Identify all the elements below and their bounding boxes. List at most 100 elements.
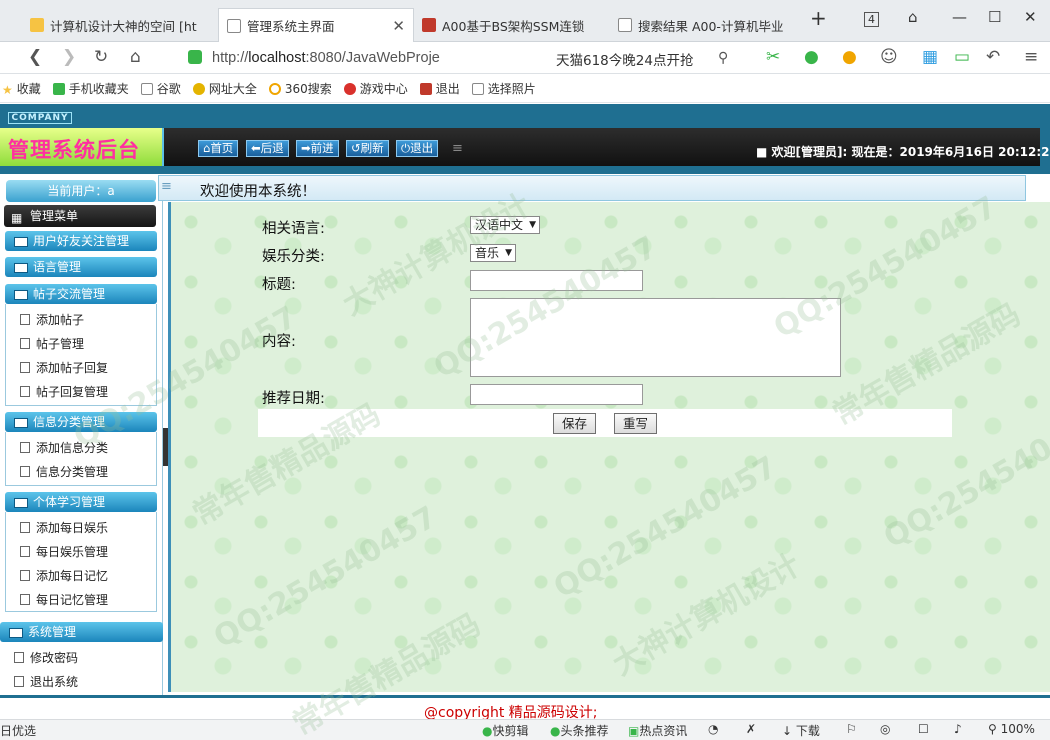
new-tab-icon[interactable]: + [810, 6, 827, 30]
tab-label: 搜索结果 A00-计算机毕业 [638, 18, 784, 34]
coupon-icon[interactable]: ● [842, 47, 857, 67]
bookmark-item[interactable]: 谷歌 [140, 80, 181, 97]
grid-icon: ▦ [11, 211, 23, 225]
logout-button[interactable]: ⏻退出 [396, 140, 439, 157]
forward-icon[interactable]: ❯ [62, 47, 76, 67]
menu-item-add-category[interactable]: 添加信息分类 [20, 439, 108, 456]
shirt-icon[interactable]: ⌂ [908, 8, 918, 26]
browser-tab[interactable]: 搜索结果 A00-计算机毕业 [610, 8, 806, 42]
bookmark-item[interactable]: 网址大全 [192, 80, 257, 97]
bookmark-item[interactable]: 360搜索 [268, 80, 332, 97]
flag-icon[interactable]: ⚐ [846, 722, 857, 736]
maximize-icon[interactable]: ☐ [988, 8, 1001, 26]
bookmark-item[interactable]: 选择照片 [471, 80, 536, 97]
forward-button[interactable]: ➡前进 [296, 140, 339, 157]
tab-count-badge[interactable]: 4 [864, 12, 879, 27]
save-button[interactable]: 保存 [553, 413, 597, 434]
scissors-icon[interactable]: ✂ [766, 47, 780, 67]
browser-tab[interactable]: A00基于BS架构SSM连锁 [414, 8, 610, 42]
reset-button[interactable]: 重写 [614, 413, 658, 434]
category-select[interactable]: 音乐 [470, 244, 517, 262]
menu-item-manage-posts[interactable]: 帖子管理 [20, 335, 84, 352]
menu-group-study[interactable]: 个体学习管理 [5, 492, 157, 512]
translate-icon[interactable]: ● [804, 47, 819, 67]
bookmark-item[interactable]: 游戏中心 [343, 80, 408, 97]
search360-icon [268, 82, 281, 95]
current-user: 当前用户：a [6, 180, 156, 202]
refresh-icon: ↺ [351, 141, 361, 155]
tab-label: 管理系统主界面 [247, 19, 335, 34]
battery-icon[interactable]: ▭ [954, 47, 970, 67]
status-item[interactable]: ●头条推荐 [550, 722, 609, 739]
sound-icon[interactable]: ♪ [954, 722, 962, 736]
minimize-icon[interactable]: — [952, 8, 967, 26]
search-icon[interactable]: ⚲ [718, 50, 728, 66]
date-input[interactable] [470, 384, 643, 405]
close-tab-icon[interactable]: ✕ [392, 17, 405, 35]
phone-icon [52, 82, 65, 95]
speed-icon[interactable]: ◔ [708, 722, 718, 736]
date-label: 推荐日期: [262, 391, 325, 407]
menu-group-language[interactable]: 语言管理 [5, 257, 157, 277]
menu-item-add-memory[interactable]: 添加每日记忆 [20, 567, 108, 584]
language-select[interactable]: 汉语中文 [470, 216, 541, 234]
exit-icon [419, 82, 432, 95]
menu-item-change-password[interactable]: 修改密码 [14, 649, 78, 666]
navigation-bar: ❮ ❯ ↻ ⌂ http://localhost:8080/JavaWebPro… [0, 42, 1050, 74]
menu-item-logout[interactable]: 退出系统 [14, 673, 78, 690]
window-icon[interactable]: ☐ [918, 722, 929, 736]
title-label: 标题: [262, 277, 296, 293]
menu-item-manage-memory[interactable]: 每日记忆管理 [20, 591, 108, 608]
page-icon [471, 82, 484, 95]
reload-icon[interactable]: ↻ [94, 47, 108, 67]
page-icon [618, 18, 632, 32]
left-arrow-icon: ⬅ [251, 141, 261, 155]
bookmark-item[interactable]: 手机收藏夹 [52, 80, 129, 97]
apps-grid-icon[interactable]: ▦ [922, 47, 938, 67]
search-icon: ⚲ [988, 722, 997, 736]
title-input[interactable] [470, 270, 643, 291]
status-item[interactable]: ▣热点资讯 [628, 722, 687, 739]
close-window-icon[interactable]: ✕ [1024, 8, 1037, 26]
browser-tab-active[interactable]: 管理系统主界面 ✕ [218, 8, 414, 42]
bookmark-item[interactable]: ★ 收藏 [2, 80, 41, 97]
address-field[interactable]: http://localhost:8080/JavaWebProje [180, 46, 540, 70]
menu-group-info-category[interactable]: 信息分类管理 [5, 412, 157, 432]
refresh-button[interactable]: ↺刷新 [346, 140, 389, 157]
divider-icon: ≡ [161, 179, 172, 194]
zoom-level[interactable]: ⚲ 100% [988, 722, 1035, 736]
search-suggestion[interactable]: 天猫618今晚24点开抢 [556, 49, 693, 69]
browser-icon[interactable]: ◎ [880, 722, 890, 736]
status-left[interactable]: 日优选 [0, 722, 36, 739]
menu-icon[interactable]: ≡ [1024, 47, 1038, 67]
back-button[interactable]: ⬅后退 [246, 140, 289, 157]
button-row [258, 409, 952, 437]
menu-item-manage-entertainment[interactable]: 每日娱乐管理 [20, 543, 108, 560]
secure-shield-icon [188, 50, 202, 64]
bookmark-item[interactable]: 退出 [419, 80, 460, 97]
play-icon: ● [550, 724, 561, 738]
bookmarks-bar: ★ 收藏 手机收藏夹 谷歌 网址大全 360搜索 游戏中心 退出 选择照片 [0, 75, 1050, 103]
home-icon[interactable]: ⌂ [130, 47, 141, 67]
content-textarea[interactable] [470, 298, 841, 377]
tab-label: 计算机设计大神的空间 [ht [50, 18, 197, 34]
home-button[interactable]: ⌂首页 [198, 140, 239, 157]
menu-item-manage-category[interactable]: 信息分类管理 [20, 463, 108, 480]
menu-group-friends[interactable]: 用户好友关注管理 [5, 231, 157, 251]
menu-group-posts[interactable]: 帖子交流管理 [5, 284, 157, 304]
menu-title: ▦ 管理菜单 [4, 205, 156, 227]
undo-icon[interactable]: ↶ [986, 47, 1000, 67]
content-label: 内容: [262, 334, 296, 350]
browser-tab[interactable]: 计算机设计大神的空间 [ht [22, 8, 218, 42]
menu-group-system[interactable]: 系统管理 [0, 622, 163, 642]
tool-icon[interactable]: ✗ [746, 722, 756, 736]
menu-item-add-post[interactable]: 添加帖子 [20, 311, 84, 328]
back-icon[interactable]: ❮ [28, 47, 42, 67]
screenshot-icon[interactable]: ☺ [880, 47, 898, 67]
status-item[interactable]: ↓ 下载 [782, 722, 820, 739]
category-label: 娱乐分类: [262, 249, 325, 265]
status-item[interactable]: ●快剪辑 [482, 722, 529, 739]
menu-item-add-reply[interactable]: 添加帖子回复 [20, 359, 108, 376]
menu-item-add-entertainment[interactable]: 添加每日娱乐 [20, 519, 108, 536]
menu-item-manage-replies[interactable]: 帖子回复管理 [20, 383, 108, 400]
